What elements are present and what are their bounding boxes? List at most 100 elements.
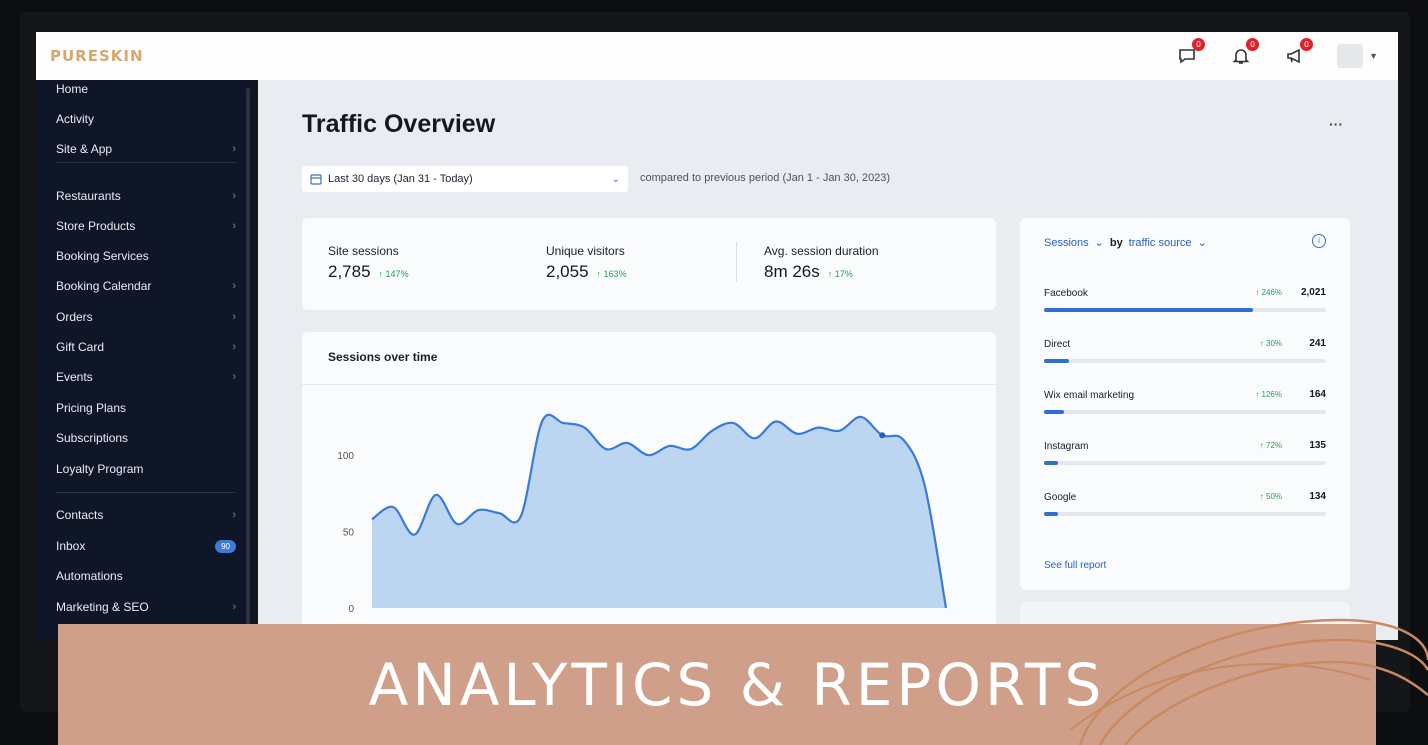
megaphone-icon[interactable]: 0: [1283, 38, 1314, 68]
chat-icon[interactable]: 0: [1175, 38, 1206, 68]
sessions-area-chart[interactable]: 100 50 0: [302, 332, 996, 652]
sidebar-item-label: Gift Card: [56, 340, 105, 354]
chevron-right-icon: ›: [232, 509, 236, 521]
brand-logo[interactable]: PURESKIN: [50, 47, 144, 65]
page-title: Traffic Overview: [302, 110, 496, 138]
source-count: 241: [1309, 338, 1326, 349]
chevron-down-icon: ⌄: [1197, 237, 1207, 249]
kpi-delta: ↑ 147%: [378, 269, 409, 279]
source-name: Instagram: [1044, 441, 1089, 452]
notification-badge: 0: [1300, 38, 1314, 51]
source-count: 164: [1309, 389, 1326, 400]
sidebar-item[interactable]: Store Products ›: [56, 215, 236, 237]
sidebar-item[interactable]: Restaurants ›: [56, 185, 236, 207]
avatar[interactable]: [1337, 44, 1364, 68]
sidebar-item-label: Orders: [56, 310, 93, 324]
bell-icon[interactable]: 0: [1229, 38, 1260, 68]
kpi-avg-session-duration: Avg. session duration 8m 26s ↑ 17%: [764, 244, 879, 282]
dimension-select[interactable]: traffic source: [1129, 237, 1192, 249]
sidebar-item[interactable]: Marketing & SEO ›: [56, 596, 236, 618]
source-name: Wix email marketing: [1044, 390, 1135, 401]
sidebar-item-label: Booking Calendar: [56, 279, 152, 293]
sidebar-item-label: Activity: [56, 112, 95, 126]
progress-track: [1044, 359, 1326, 363]
see-full-report-link[interactable]: See full report: [1044, 560, 1106, 571]
y-tick-label: 50: [343, 528, 355, 539]
sessions-area: [372, 414, 946, 608]
progress-fill: [1044, 410, 1064, 414]
chevron-right-icon: ›: [232, 311, 236, 323]
kpi-label: Avg. session duration: [764, 244, 879, 258]
traffic-source-row[interactable]: Google ↑ 50% 134: [1044, 491, 1326, 532]
sidebar-item[interactable]: Orders ›: [56, 306, 236, 328]
account-menu[interactable]: ▼: [1337, 44, 1378, 68]
date-range-select[interactable]: Last 30 days (Jan 31 - Today) ⌄: [302, 166, 628, 192]
traffic-source-row[interactable]: Instagram ↑ 72% 135: [1044, 440, 1326, 481]
sidebar: Home Activity Site & App › Restaurants › Store…: [36, 80, 254, 640]
calendar-icon: [310, 174, 322, 185]
info-icon[interactable]: i: [1312, 234, 1326, 248]
traffic-source-card: Sessions ⌄ by traffic source ⌄ i Faceboo…: [1020, 218, 1350, 590]
sidebar-item[interactable]: Home: [56, 80, 236, 100]
progress-fill: [1044, 461, 1059, 465]
chevron-right-icon: ›: [232, 371, 236, 383]
divider: [736, 242, 737, 282]
kpi-value: 2,055: [546, 262, 589, 281]
source-delta: ↑ 50%: [1259, 492, 1282, 501]
more-options-button[interactable]: ···: [1322, 116, 1350, 136]
sidebar-item[interactable]: Automations: [56, 565, 236, 587]
sidebar-item-label: Pricing Plans: [56, 401, 127, 415]
sidebar-item[interactable]: Booking Calendar ›: [56, 275, 236, 297]
sidebar-item[interactable]: Contacts ›: [56, 504, 236, 526]
top-bar: PURESKIN 0 0 0 ▼: [36, 32, 1398, 80]
metric-select[interactable]: Sessions: [1044, 237, 1089, 249]
progress-track: [1044, 512, 1326, 516]
decorative-swirl: [1069, 618, 1428, 745]
sidebar-item-label: Store Products: [56, 219, 136, 233]
sidebar-item-label: Events: [56, 370, 93, 384]
notification-badge: 0: [1246, 38, 1260, 51]
sidebar-item-label: Subscriptions: [56, 431, 129, 445]
sidebar-item[interactable]: Site & App ›: [56, 138, 236, 160]
chevron-down-icon: ⌄: [611, 173, 620, 185]
traffic-source-header[interactable]: Sessions ⌄ by traffic source ⌄: [1044, 236, 1207, 250]
sidebar-item[interactable]: Gift Card ›: [56, 336, 236, 358]
sidebar-item[interactable]: Pricing Plans: [56, 397, 236, 419]
chevron-right-icon: ›: [232, 143, 236, 155]
sidebar-item[interactable]: Events ›: [56, 366, 236, 388]
source-delta: ↑ 246%: [1255, 288, 1282, 297]
sidebar-item[interactable]: Inbox 90: [56, 535, 236, 557]
sidebar-item[interactable]: Subscriptions: [56, 427, 236, 449]
source-delta: ↑ 30%: [1259, 339, 1282, 348]
banner-title: ANALYTICS & REPORTS: [368, 650, 1106, 719]
kpi-value: 2,785: [328, 262, 371, 281]
kpi-delta: ↑ 163%: [596, 269, 627, 279]
sidebar-item[interactable]: Loyalty Program: [56, 458, 236, 480]
notification-badge: 0: [1192, 38, 1206, 51]
sidebar-item[interactable]: Booking Services: [56, 245, 236, 267]
sidebar-scrollbar[interactable]: [246, 88, 250, 628]
source-count: 134: [1309, 491, 1326, 502]
data-point-marker[interactable]: [879, 432, 886, 439]
source-name: Direct: [1044, 339, 1071, 350]
topbar-actions: 0 0 0 ▼: [1175, 38, 1384, 68]
kpi-value: 8m 26s: [764, 262, 820, 281]
compare-period-text: compared to previous period (Jan 1 - Jan…: [640, 172, 891, 184]
sidebar-item-label: Automations: [56, 569, 123, 583]
progress-track: [1044, 308, 1326, 312]
kpi-unique-visitors: Unique visitors 2,055 ↑ 163%: [546, 244, 627, 282]
sidebar-divider: [56, 162, 236, 163]
kpi-site-sessions: Site sessions 2,785 ↑ 147%: [328, 244, 409, 282]
progress-track: [1044, 461, 1326, 465]
chevron-down-icon: ▼: [1369, 51, 1378, 61]
traffic-source-row[interactable]: Facebook ↑ 246% 2,021: [1044, 287, 1326, 328]
count-badge: 90: [215, 539, 236, 553]
chevron-right-icon: ›: [232, 220, 236, 232]
traffic-source-row[interactable]: Direct ↑ 30% 241: [1044, 338, 1326, 379]
sessions-chart-card: Sessions over time 100 50 0: [302, 332, 996, 652]
kpi-label: Unique visitors: [546, 244, 625, 258]
traffic-source-row[interactable]: Wix email marketing ↑ 126% 164: [1044, 389, 1326, 430]
progress-fill: [1044, 512, 1059, 516]
chevron-down-icon: ⌄: [1094, 237, 1104, 249]
sidebar-item[interactable]: Activity: [56, 108, 236, 130]
